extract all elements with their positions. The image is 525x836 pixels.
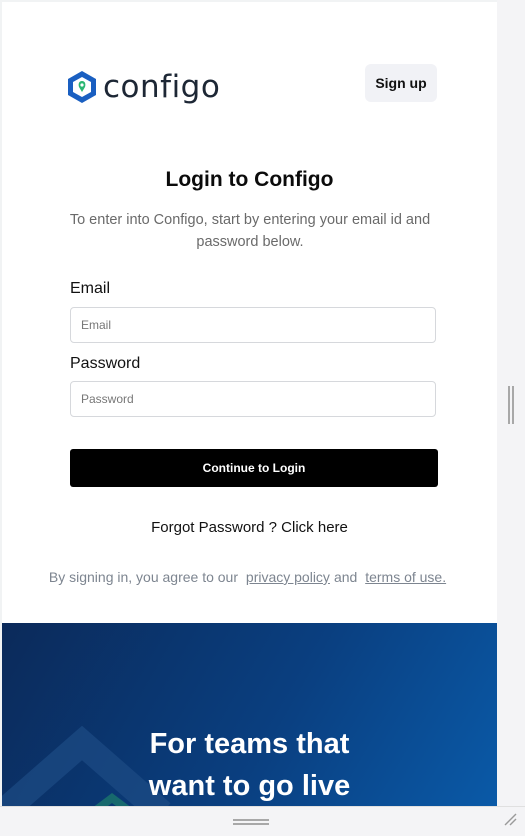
privacy-policy-link[interactable]: privacy policy [246,569,330,585]
page-subtitle: To enter into Configo, start by entering… [69,212,431,250]
password-label: Password [70,355,141,372]
terms-and: and [333,569,358,585]
promo-line-1: For teams that [149,728,350,760]
login-panel: configo Sign up Login to Configo To ente… [2,2,497,806]
terms-notice: By signing in, you agree to our privacy … [2,569,497,585]
resize-corner-icon[interactable] [503,812,517,826]
email-label: Email [70,280,111,297]
bottom-bar [0,806,525,836]
brand-logo[interactable]: configo [66,70,220,104]
email-field[interactable] [70,307,436,343]
terms-prefix: By signing in, you agree to our [48,569,239,585]
promo-heading: For teams that want to go live [2,723,497,806]
password-field[interactable] [70,381,436,417]
promo-banner: For teams that want to go live [2,623,497,806]
horizontal-resize-handle[interactable] [233,819,269,825]
vertical-resize-handle[interactable] [508,386,514,424]
brand-name: configo [103,69,221,105]
configo-logo-icon [68,71,96,103]
forgot-password-link[interactable]: Forgot Password ? Click here [2,519,497,536]
promo-line-2: want to go live [148,770,351,802]
page-title: Login to Configo [165,168,334,191]
continue-to-login-button[interactable]: Continue to Login [70,449,438,487]
terms-of-use-link[interactable]: terms of use. [365,569,446,585]
signup-button[interactable]: Sign up [365,64,437,102]
